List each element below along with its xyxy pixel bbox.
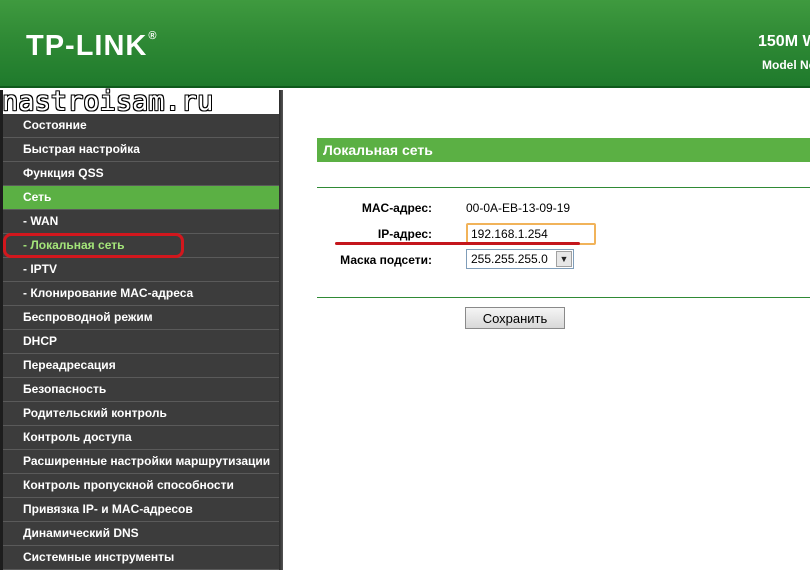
sidebar-item-qss[interactable]: Функция QSS	[3, 162, 279, 186]
sidebar-item-wan[interactable]: - WAN	[3, 210, 279, 234]
sidebar-item-label: DHCP	[23, 334, 58, 348]
sidebar-item-network[interactable]: Сеть	[3, 186, 279, 210]
divider-top	[317, 187, 810, 188]
subnet-mask-select[interactable]: 255.255.255.0 ▼	[466, 249, 574, 269]
sidebar-item-label: Контроль доступа	[23, 430, 132, 444]
mac-address-value: 00-0A-EB-13-09-19	[466, 201, 571, 215]
header-bar: TP-LINK® 150M W Model No	[0, 0, 810, 88]
sidebar-item-label: Быстрая настройка	[23, 142, 140, 156]
sidebar-item-status[interactable]: Состояние	[3, 114, 279, 138]
model-number: Model No	[762, 58, 810, 72]
sidebar-item-access-control[interactable]: Контроль доступа	[3, 426, 279, 450]
tp-link-logo: TP-LINK®	[26, 30, 157, 63]
sidebar-item-system-tools[interactable]: Системные инструменты	[3, 546, 279, 570]
sidebar-item-wireless[interactable]: Беспроводной режим	[3, 306, 279, 330]
sidebar-item-bandwidth-control[interactable]: Контроль пропускной способности	[3, 474, 279, 498]
sidebar-item-ip-mac-binding[interactable]: Привязка IP- и MAC-адресов	[3, 498, 279, 522]
sidebar-right-border	[279, 90, 283, 570]
save-button[interactable]: Сохранить	[465, 307, 565, 329]
sidebar-item-advanced-routing[interactable]: Расширенные настройки маршрутизации	[3, 450, 279, 474]
sidebar-item-label: Расширенные настройки маршрутизации	[23, 454, 271, 468]
sidebar: Состояние Быстрая настройка Функция QSS …	[0, 114, 283, 570]
chevron-down-icon[interactable]: ▼	[556, 251, 572, 267]
sidebar-item-quick-setup[interactable]: Быстрая настройка	[3, 138, 279, 162]
sidebar-item-forwarding[interactable]: Переадресация	[3, 354, 279, 378]
subnet-mask-value: 255.255.255.0	[471, 252, 548, 266]
ip-address-label: IP-адрес:	[377, 227, 432, 241]
sidebar-item-label: - IPTV	[23, 262, 58, 276]
annotation-highlight-oval	[3, 233, 184, 258]
sidebar-item-label: Функция QSS	[23, 166, 104, 180]
registered-mark-icon: ®	[148, 30, 158, 42]
model-name: 150M W	[758, 33, 810, 50]
sidebar-item-parental-control[interactable]: Родительский контроль	[3, 402, 279, 426]
sidebar-item-label: Беспроводной режим	[23, 310, 153, 324]
mac-address-label: MAC-адрес:	[361, 201, 432, 215]
sidebar-item-label: Сеть	[23, 190, 52, 204]
sidebar-item-ddns[interactable]: Динамический DNS	[3, 522, 279, 546]
sidebar-item-label: Привязка IP- и MAC-адресов	[23, 502, 193, 516]
sidebar-item-label: Переадресация	[23, 358, 116, 372]
sidebar-item-label: - Клонирование MAC-адреса	[23, 286, 194, 300]
sidebar-item-dhcp[interactable]: DHCP	[3, 330, 279, 354]
sidebar-item-label: - WAN	[23, 214, 59, 228]
watermark: nastroisam.ru	[2, 86, 214, 117]
divider-bottom	[317, 297, 810, 298]
sidebar-item-label: Состояние	[23, 118, 87, 132]
sidebar-item-label: Динамический DNS	[23, 526, 139, 540]
annotation-underline	[335, 242, 580, 245]
sidebar-item-mac-clone[interactable]: - Клонирование MAC-адреса	[3, 282, 279, 306]
sidebar-item-label: Контроль пропускной способности	[23, 478, 234, 492]
sidebar-item-label: Родительский контроль	[23, 406, 167, 420]
sidebar-item-label: Безопасность	[23, 382, 107, 396]
sidebar-item-label: Системные инструменты	[23, 550, 175, 564]
page-title: Локальная сеть	[317, 138, 810, 162]
sidebar-item-iptv[interactable]: - IPTV	[3, 258, 279, 282]
sidebar-left-border	[0, 90, 3, 570]
sidebar-item-security[interactable]: Безопасность	[3, 378, 279, 402]
subnet-mask-label: Маска подсети:	[340, 253, 432, 267]
logo-text: TP-LINK	[26, 30, 148, 62]
